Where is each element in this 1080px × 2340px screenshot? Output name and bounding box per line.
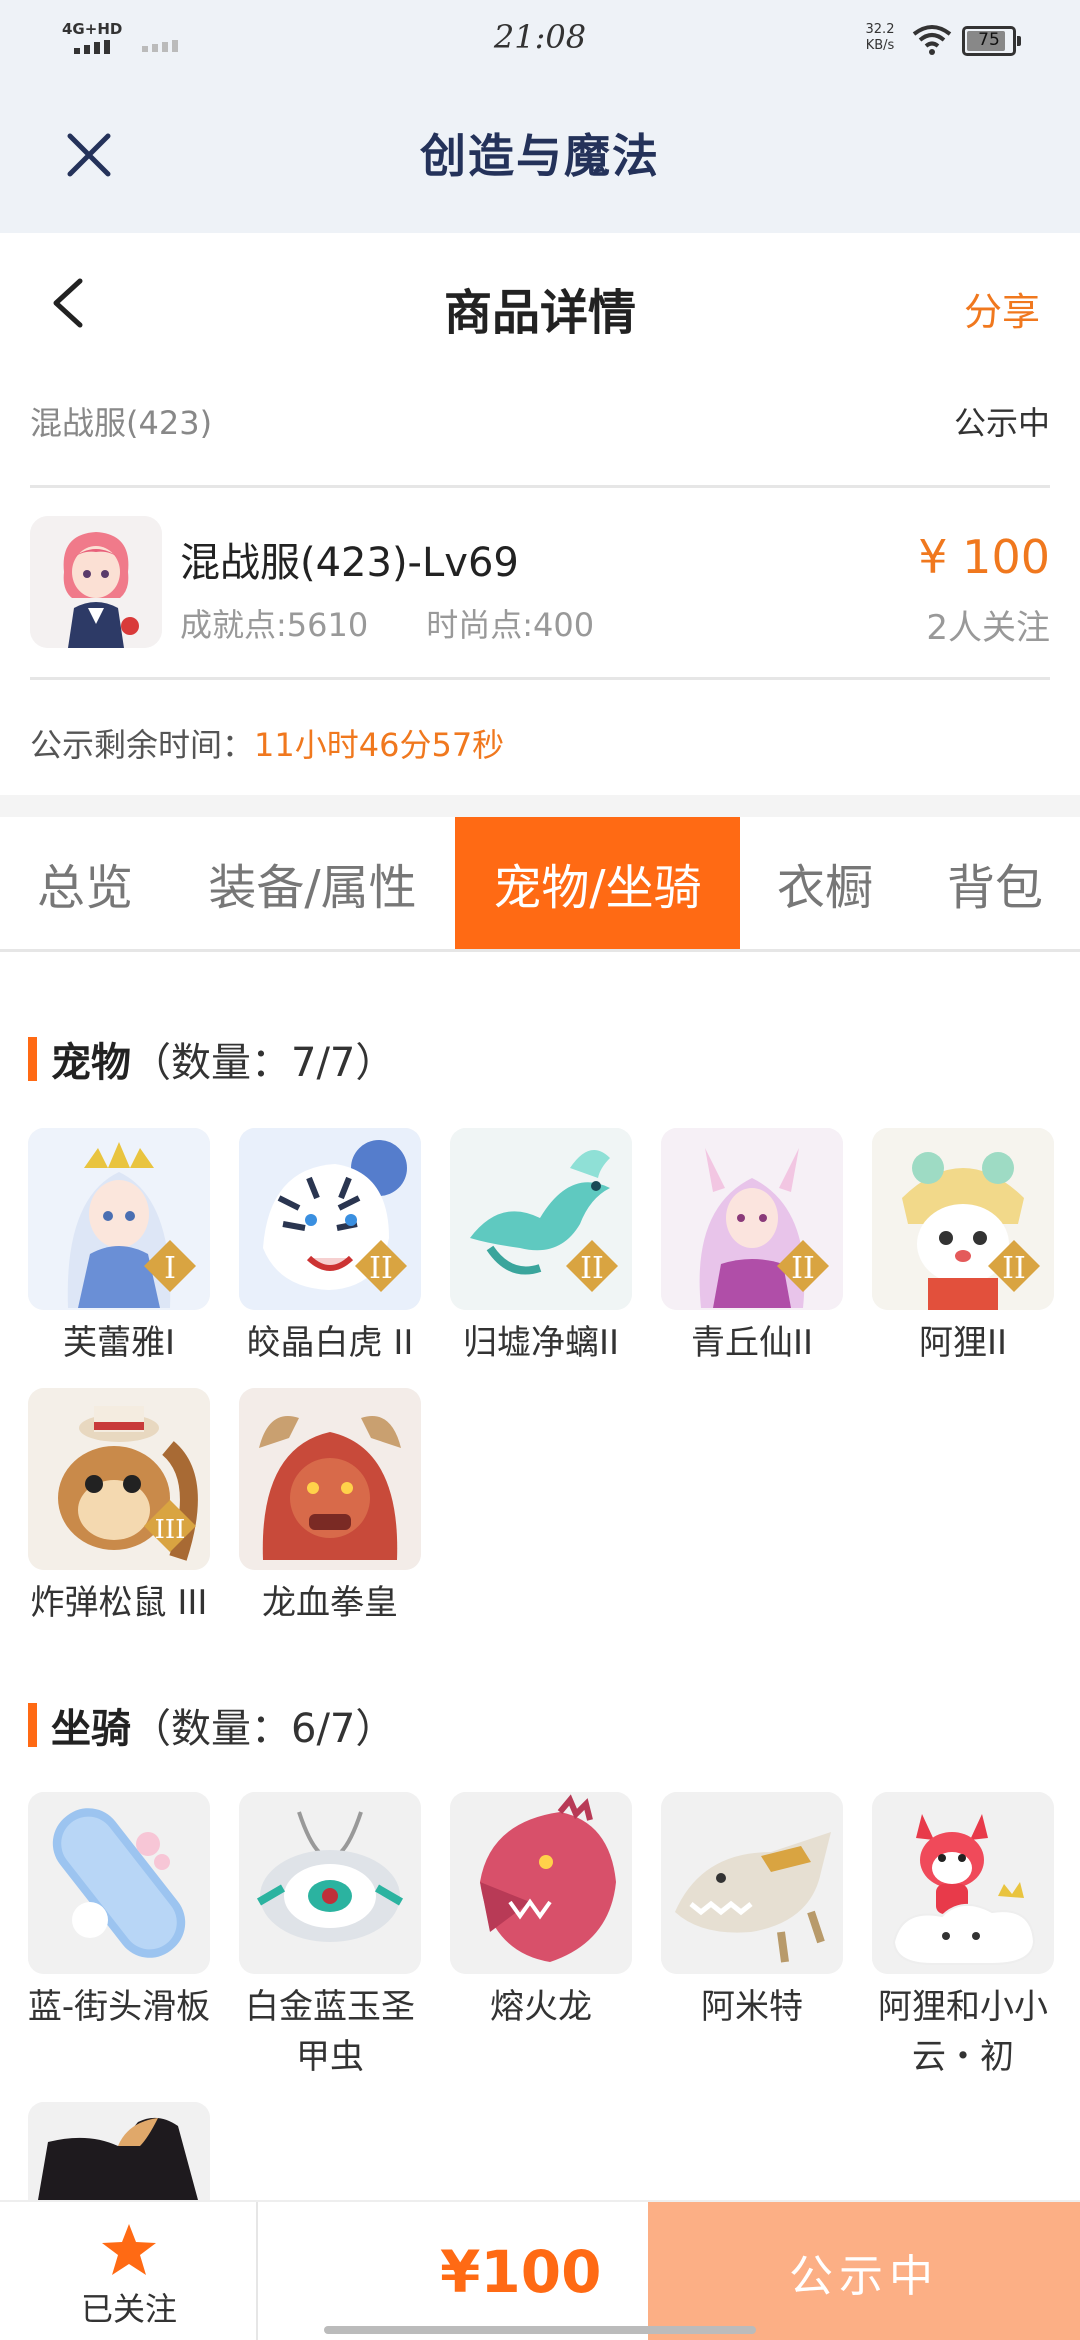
pets-title: 宠物 <box>51 1040 131 1086</box>
bottom-bar: 已关注 ¥100 公示中 <box>0 2200 1080 2340</box>
pet-tier-badge: II <box>791 1251 815 1286</box>
pets-section-title: 宠物 （数量：7/7） <box>28 1030 395 1088</box>
mount-image <box>28 2102 210 2200</box>
follow-button[interactable]: 已关注 <box>0 2202 258 2340</box>
mount-item[interactable]: 白金蓝玉圣甲虫 <box>239 1792 421 2082</box>
pet-image: II <box>661 1128 843 1310</box>
tab-pets-mounts[interactable]: 宠物/坐骑 <box>455 817 740 949</box>
server-row: 混战服(423) 公示中 <box>30 392 1050 442</box>
pet-name: 龙血拳皇 <box>262 1583 398 1623</box>
star-icon <box>102 2224 156 2275</box>
pet-tier-badge: II <box>369 1251 393 1286</box>
follow-label: 已关注 <box>80 2290 177 2328</box>
status-bar: 4G+HD 21:08 32.2 KB/s 75 <box>0 0 1080 80</box>
section-gap <box>0 795 1080 817</box>
pet-tier-badge: II <box>1002 1251 1026 1286</box>
pet-name: 皎晶白虎 II <box>246 1323 414 1363</box>
mount-name: 白金蓝玉圣甲虫 <box>245 1987 415 2077</box>
tab-bar: 总览 装备/属性 宠物/坐骑 衣橱 背包 <box>0 817 1080 952</box>
battery-level: 75 <box>978 30 1000 50</box>
status-action-button[interactable]: 公示中 <box>648 2202 1080 2340</box>
character-stats: 成就点:5610 时尚点:400 <box>180 600 594 646</box>
mount-item[interactable]: 蓝-街头滑板 <box>28 1792 210 2032</box>
pet-item[interactable]: II 青丘仙II <box>661 1128 843 1368</box>
mount-item[interactable] <box>28 2102 210 2200</box>
tab-equipment[interactable]: 装备/属性 <box>170 817 455 949</box>
fashion-points: 时尚点:400 <box>426 606 595 644</box>
mount-image <box>661 1792 843 1974</box>
pet-name: 青丘仙II <box>690 1323 814 1363</box>
follower-count: 2人关注 <box>926 608 1050 648</box>
pet-name: 归墟净螭II <box>462 1323 620 1363</box>
tab-overview[interactable]: 总览 <box>0 817 170 949</box>
pet-image: II <box>872 1128 1054 1310</box>
mount-item[interactable]: 阿米特 <box>661 1792 843 2032</box>
pet-name: 炸弹松鼠 III <box>30 1583 208 1623</box>
pets-count: （数量：7/7） <box>131 1040 396 1086</box>
app-bar: 创造与魔法 <box>0 80 1080 233</box>
pet-item[interactable]: II 归墟净螭II <box>450 1128 632 1368</box>
listing-status: 公示中 <box>953 404 1050 442</box>
mount-image <box>450 1792 632 1974</box>
pet-tier-badge: II <box>580 1251 604 1286</box>
pet-image: II <box>239 1128 421 1310</box>
remaining-time-value: 11小时46分57秒 <box>254 726 505 764</box>
bottom-price: ¥100 <box>440 2238 602 2306</box>
pet-item[interactable]: 龙血拳皇 <box>239 1388 421 1628</box>
character-name: 混战服(423)-Lv69 <box>180 540 519 586</box>
pet-name: 芙蕾雅I <box>62 1323 176 1363</box>
pet-image: II <box>450 1128 632 1310</box>
mounts-count: （数量：6/7） <box>131 1706 396 1752</box>
pet-image: I <box>28 1128 210 1310</box>
app-title: 创造与魔法 <box>420 129 660 183</box>
share-button[interactable]: 分享 <box>964 281 1040 336</box>
pet-item[interactable]: II 皎晶白虎 II <box>239 1128 421 1368</box>
tab-backpack[interactable]: 背包 <box>910 817 1080 949</box>
mount-name: 阿狸和小小云・初 <box>878 1987 1048 2077</box>
network-speed: 32.2 KB/s <box>862 22 898 54</box>
pet-tier-badge: I <box>164 1251 176 1286</box>
divider <box>30 677 1050 680</box>
pet-item[interactable]: III 炸弹松鼠 III <box>28 1388 210 1628</box>
mount-item[interactable]: 阿狸和小小云・初 <box>872 1792 1054 2082</box>
section-accent-bar <box>28 1037 37 1081</box>
mounts-title: 坐骑 <box>51 1706 131 1752</box>
character-avatar <box>30 516 162 648</box>
mount-item[interactable]: 熔火龙 <box>450 1792 632 2032</box>
character-price: ¥ 100 <box>918 530 1050 584</box>
speed-unit: KB/s <box>865 38 895 53</box>
wifi-icon <box>912 25 952 55</box>
battery-icon: 75 <box>962 26 1021 56</box>
mounts-section-title: 坐骑 （数量：6/7） <box>28 1696 395 1754</box>
divider <box>30 485 1050 488</box>
page-header: 商品详情 分享 <box>0 233 1080 373</box>
mount-name: 蓝-街头滑板 <box>27 1987 211 2027</box>
mount-image <box>872 1792 1054 1974</box>
speed-value: 32.2 <box>865 22 895 37</box>
achievement-points: 成就点:5610 <box>180 606 369 644</box>
remaining-time: 公示剩余时间：11小时46分57秒 <box>30 720 504 766</box>
pet-item[interactable]: II 阿狸II <box>872 1128 1054 1368</box>
mount-name: 阿米特 <box>701 1987 803 2027</box>
tab-wardrobe[interactable]: 衣橱 <box>740 817 910 949</box>
character-card[interactable]: 混战服(423)-Lv69 成就点:5610 时尚点:400 ¥ 100 2人关注 <box>30 516 1050 650</box>
section-accent-bar <box>28 1703 37 1747</box>
mount-name: 熔火龙 <box>490 1987 592 2027</box>
pet-name: 阿狸II <box>918 1323 1008 1363</box>
mount-image <box>28 1792 210 1974</box>
home-indicator <box>324 2326 756 2334</box>
pet-image: III <box>28 1388 210 1570</box>
page-title: 商品详情 <box>443 285 636 341</box>
pet-tier-badge: III <box>155 1515 186 1545</box>
mount-image <box>239 1792 421 1974</box>
server-name: 混战服(423) <box>30 404 213 442</box>
remaining-time-label: 公示剩余时间： <box>30 726 255 764</box>
pet-image <box>239 1388 421 1570</box>
pet-item[interactable]: I 芙蕾雅I <box>28 1128 210 1368</box>
